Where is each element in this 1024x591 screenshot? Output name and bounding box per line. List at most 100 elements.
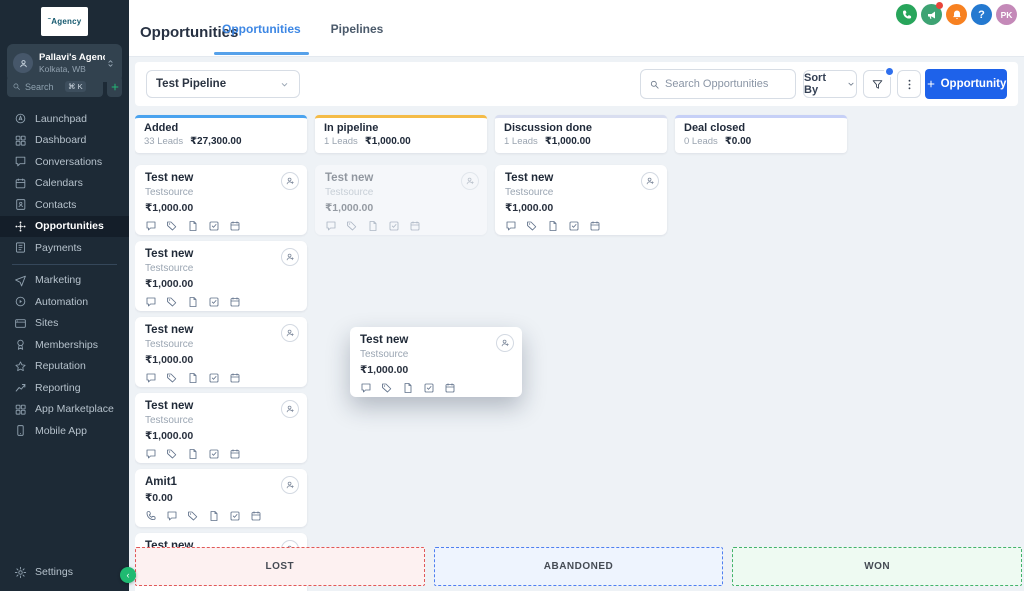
task-icon[interactable]	[208, 448, 220, 460]
calendar-icon[interactable]	[229, 220, 241, 232]
file-icon[interactable]	[208, 510, 220, 522]
tag-icon[interactable]	[381, 382, 393, 394]
task-icon[interactable]	[208, 372, 220, 384]
drop-zone-lost[interactable]: LOST	[135, 547, 425, 586]
automation-icon	[14, 295, 27, 308]
pipeline-select[interactable]: Test Pipeline	[146, 70, 300, 98]
task-icon[interactable]	[229, 510, 241, 522]
column-header: Discussion done 1 Leads ₹1,000.00	[495, 115, 667, 153]
tab-opportunities[interactable]: Opportunities	[222, 0, 301, 57]
file-icon[interactable]	[187, 220, 199, 232]
filter-button[interactable]	[863, 70, 891, 98]
sidebar-item-automation[interactable]: Automation	[0, 291, 129, 313]
agency-logo: Agency	[41, 7, 88, 36]
file-icon[interactable]	[547, 220, 559, 232]
task-icon[interactable]	[423, 382, 435, 394]
sidebar-item-conversations[interactable]: Conversations	[0, 151, 129, 173]
opportunity-card[interactable]: Test new Testsource ₹1,000.00	[135, 317, 307, 387]
chat-icon[interactable]	[145, 448, 157, 460]
tag-icon[interactable]	[526, 220, 538, 232]
bell-icon[interactable]	[946, 4, 967, 25]
calendar-icon[interactable]	[409, 220, 421, 232]
calendar-icon[interactable]	[444, 382, 456, 394]
tag-icon[interactable]	[166, 372, 178, 384]
task-icon[interactable]	[388, 220, 400, 232]
phone-icon[interactable]	[896, 4, 917, 25]
sidebar-item-mobile-app[interactable]: Mobile App	[0, 420, 129, 442]
tag-icon[interactable]	[166, 220, 178, 232]
assign-user-button[interactable]	[281, 400, 299, 418]
assign-user-button[interactable]	[641, 172, 659, 190]
sidebar-menu: Launchpad Dashboard Conversations Calend…	[0, 108, 129, 442]
sidebar-collapse-button[interactable]: ‹	[120, 567, 136, 583]
file-icon[interactable]	[187, 296, 199, 308]
opportunity-card[interactable]: Test new Testsource ₹1,000.00	[135, 241, 307, 311]
chat-icon[interactable]	[505, 220, 517, 232]
assign-user-button[interactable]	[281, 248, 299, 266]
assign-user-button[interactable]	[281, 476, 299, 494]
chat-icon[interactable]	[325, 220, 337, 232]
calendar-icon[interactable]	[589, 220, 601, 232]
opportunity-card[interactable]: Test new Testsource ₹1,000.00	[135, 165, 307, 235]
add-opportunity-button[interactable]: Opportunity	[925, 69, 1007, 99]
chat-icon[interactable]	[360, 382, 372, 394]
chat-icon[interactable]	[145, 220, 157, 232]
sidebar-item-payments[interactable]: Payments	[0, 237, 129, 259]
file-icon[interactable]	[402, 382, 414, 394]
avatar[interactable]: PK	[996, 4, 1017, 25]
opportunity-card-drag-source[interactable]: Test new Testsource ₹1,000.00	[315, 165, 487, 235]
reporting-icon	[14, 381, 27, 394]
person-plus-icon	[465, 176, 475, 186]
file-icon[interactable]	[367, 220, 379, 232]
sort-by-button[interactable]: Sort By	[803, 70, 857, 98]
megaphone-icon[interactable]	[921, 4, 942, 25]
task-icon[interactable]	[208, 220, 220, 232]
tag-icon[interactable]	[346, 220, 358, 232]
tag-icon[interactable]	[187, 510, 199, 522]
more-options-button[interactable]	[897, 70, 921, 98]
sidebar-search-input[interactable]	[25, 82, 65, 92]
sidebar-search[interactable]: ⌘ K	[7, 76, 103, 97]
opportunity-card[interactable]: Test new Testsource ₹1,000.00	[495, 165, 667, 235]
sidebar-item-opportunities[interactable]: Opportunities	[0, 216, 129, 238]
chat-icon[interactable]	[166, 510, 178, 522]
assign-user-button[interactable]	[461, 172, 479, 190]
file-icon[interactable]	[187, 448, 199, 460]
chat-icon[interactable]	[145, 296, 157, 308]
assign-user-button[interactable]	[281, 324, 299, 342]
sidebar-item-launchpad[interactable]: Launchpad	[0, 108, 129, 130]
sidebar-item-sites[interactable]: Sites	[0, 313, 129, 335]
opportunity-card[interactable]: Amit1 ₹0.00	[135, 469, 307, 527]
task-icon[interactable]	[568, 220, 580, 232]
quick-add-button[interactable]	[107, 76, 122, 97]
sidebar-item-app-marketplace[interactable]: App Marketplace	[0, 399, 129, 421]
sidebar-item-reporting[interactable]: Reporting	[0, 377, 129, 399]
tab-pipelines[interactable]: Pipelines	[331, 0, 384, 57]
opportunity-search-input[interactable]	[665, 78, 785, 90]
calendar-icon[interactable]	[229, 372, 241, 384]
opportunity-card[interactable]: Test new Testsource ₹1,000.00	[135, 393, 307, 463]
drop-zone-won[interactable]: WON	[732, 547, 1022, 586]
assign-user-button[interactable]	[496, 334, 514, 352]
drop-zone-abandoned[interactable]: ABANDONED	[434, 547, 724, 586]
sidebar-item-calendars[interactable]: Calendars	[0, 173, 129, 195]
help-icon[interactable]: ?	[971, 4, 992, 25]
phone-icon[interactable]	[145, 510, 157, 522]
assign-user-button[interactable]	[281, 172, 299, 190]
tag-icon[interactable]	[166, 448, 178, 460]
task-icon[interactable]	[208, 296, 220, 308]
opportunity-search[interactable]	[640, 69, 796, 99]
sidebar-item-dashboard[interactable]: Dashboard	[0, 130, 129, 152]
chat-icon[interactable]	[145, 372, 157, 384]
file-icon[interactable]	[187, 372, 199, 384]
dragged-card[interactable]: Test new Testsource ₹1,000.00	[350, 327, 522, 397]
sidebar-item-settings[interactable]: Settings	[0, 562, 129, 584]
sidebar-item-marketing[interactable]: Marketing	[0, 270, 129, 292]
sidebar-item-contacts[interactable]: Contacts	[0, 194, 129, 216]
tag-icon[interactable]	[166, 296, 178, 308]
sidebar-item-reputation[interactable]: Reputation	[0, 356, 129, 378]
calendar-icon[interactable]	[229, 448, 241, 460]
calendar-icon[interactable]	[229, 296, 241, 308]
sidebar-item-memberships[interactable]: Memberships	[0, 334, 129, 356]
calendar-icon[interactable]	[250, 510, 262, 522]
